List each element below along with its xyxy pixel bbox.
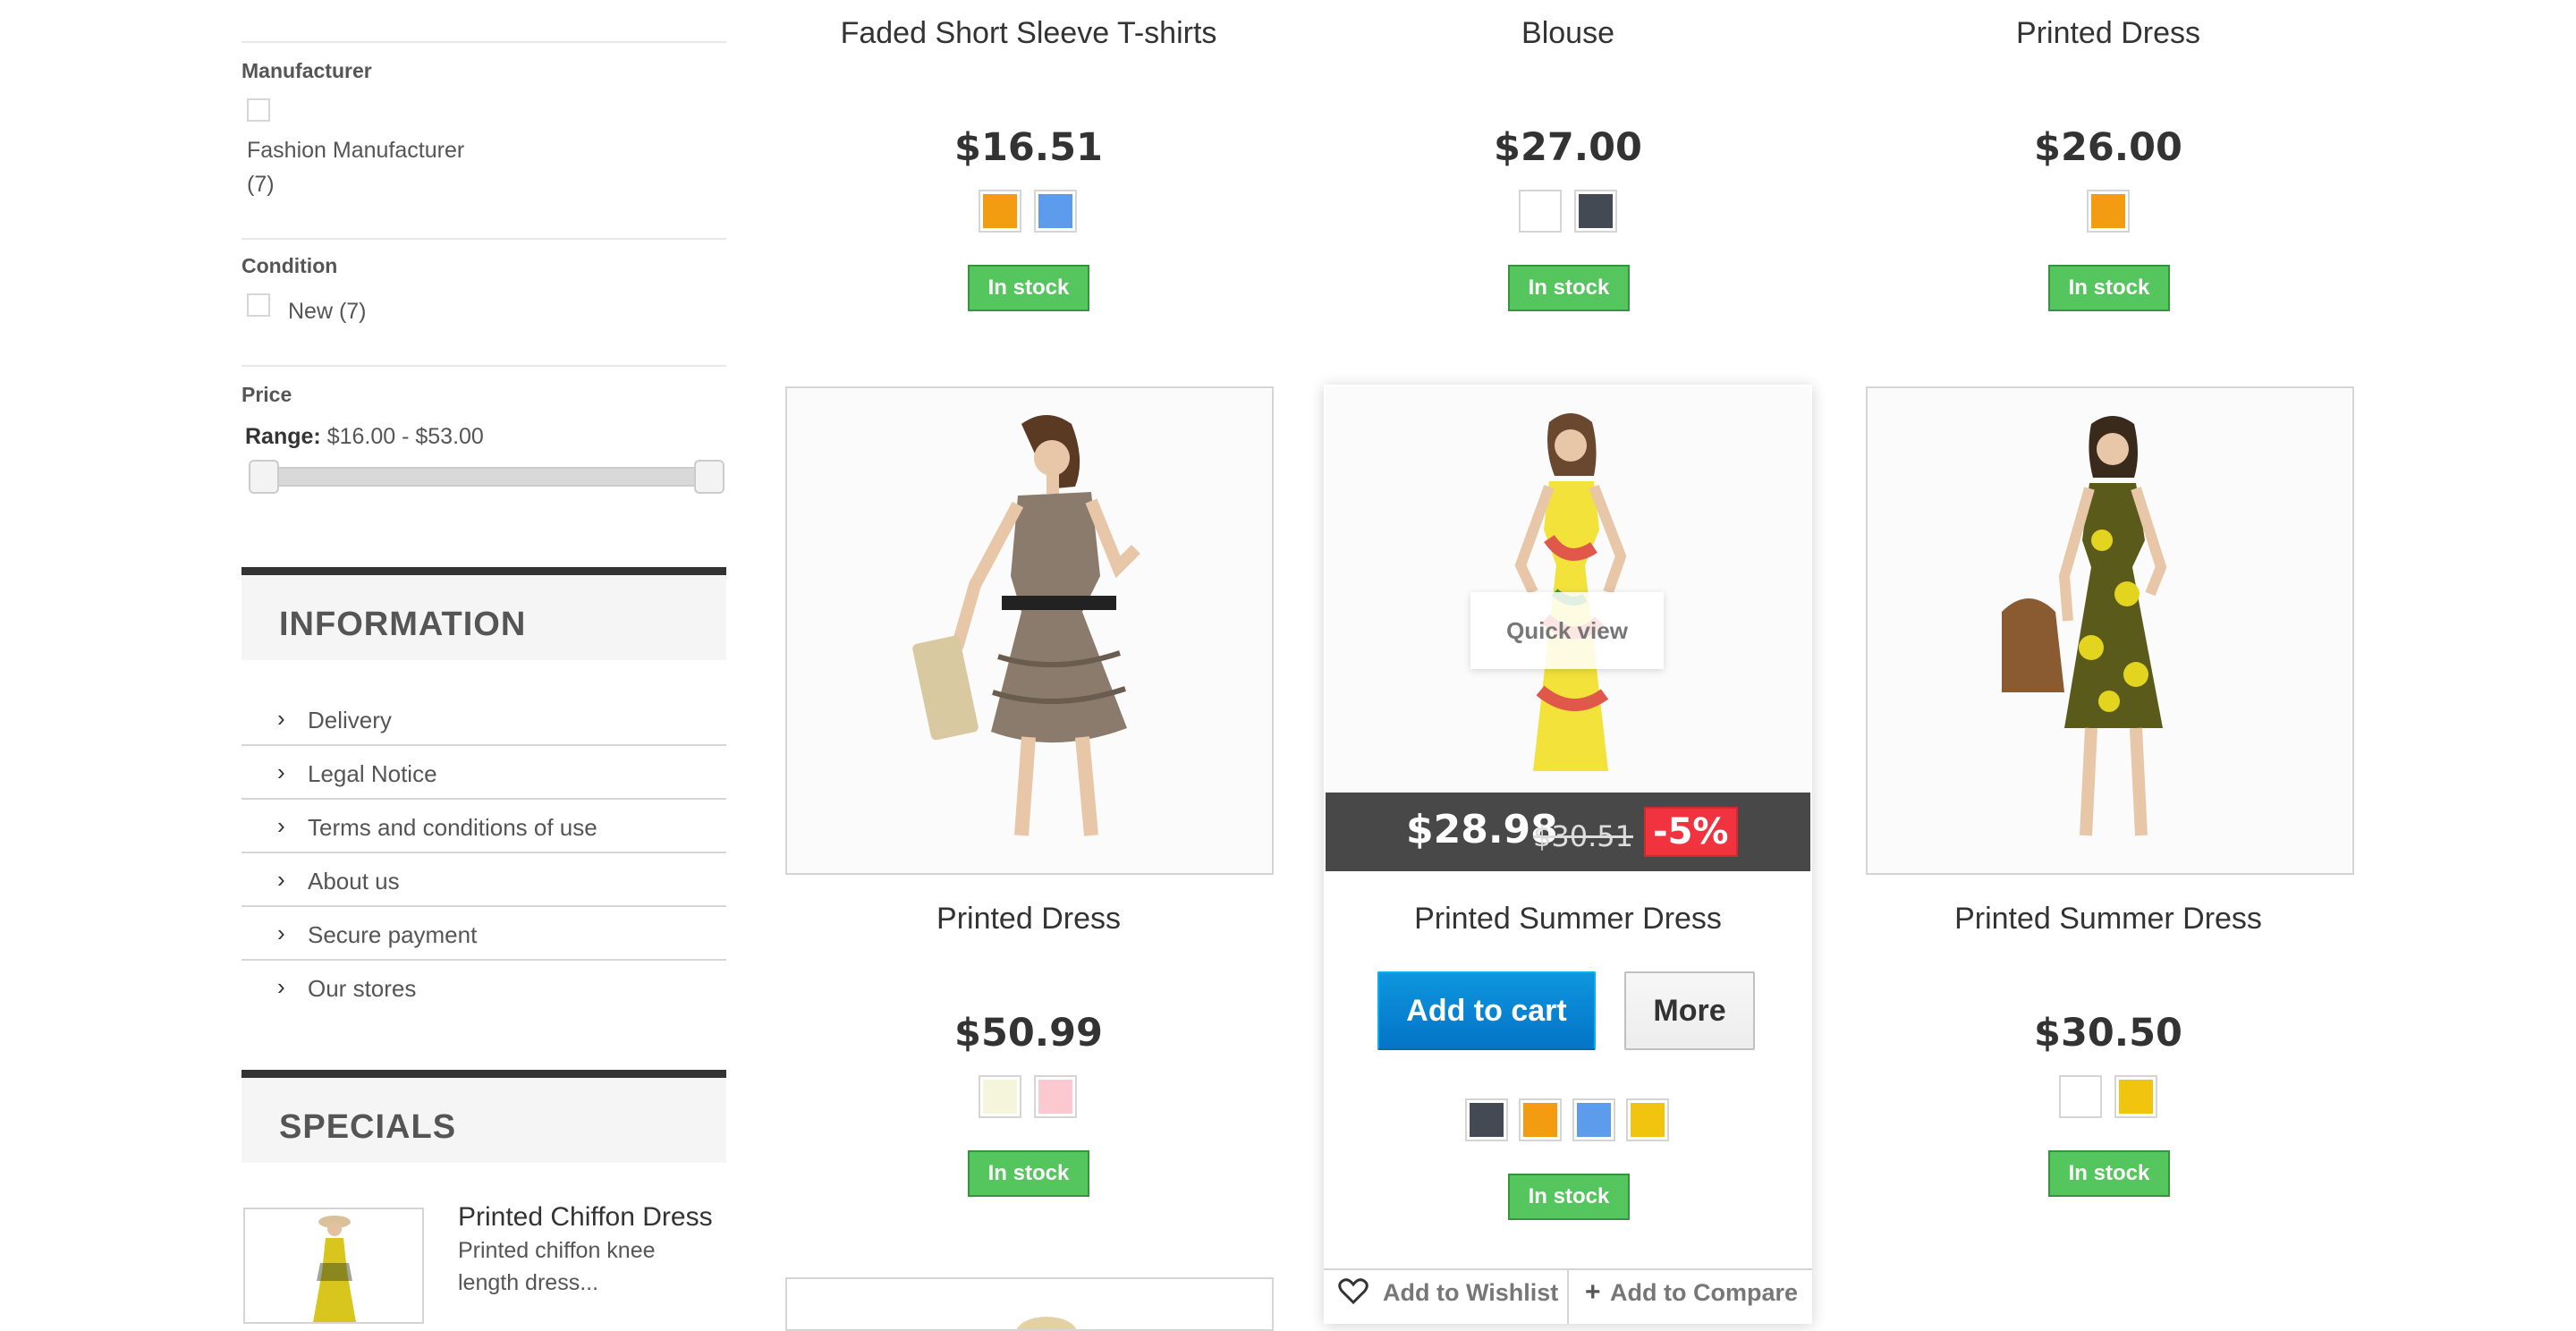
product-name[interactable]: Printed Dress	[778, 902, 1279, 937]
specials-product-image[interactable]	[243, 1208, 424, 1324]
chevron-right-icon: ›	[277, 759, 285, 785]
filter-condition-title: Condition	[242, 254, 338, 277]
info-link-our-stores[interactable]: › Our stores	[242, 962, 726, 1014]
specials-product-desc-line1: Printed chiffon knee	[458, 1238, 656, 1263]
product-image[interactable]	[785, 1277, 1274, 1331]
manufacturer-option-count: (7)	[247, 172, 275, 197]
price-overlay-bar: $28.98 $30.51 -5%	[1326, 793, 1810, 871]
product-image[interactable]	[785, 386, 1274, 875]
color-swatch-yellow[interactable]	[1626, 1098, 1669, 1141]
info-link-terms[interactable]: › Terms and conditions of use	[242, 801, 726, 853]
info-link-label[interactable]: Our stores	[308, 975, 416, 1003]
specials-product-desc-line2: length dress...	[458, 1270, 599, 1295]
filter-manufacturer-title: Manufacturer	[242, 59, 372, 82]
specials-title: SPECIALS	[279, 1108, 457, 1146]
product-price: $26.00	[2034, 125, 2182, 170]
price-slider-range	[263, 469, 705, 485]
manufacturer-checkbox[interactable]	[247, 98, 270, 122]
color-swatch-orange[interactable]	[1519, 1098, 1562, 1141]
color-swatch-white[interactable]	[2059, 1075, 2102, 1118]
dress-photo	[1016, 1317, 1077, 1329]
chevron-right-icon: ›	[277, 812, 285, 839]
in-stock-badge: In stock	[968, 265, 1089, 311]
product-name[interactable]: Blouse	[1318, 16, 1818, 51]
heart-icon[interactable]	[1338, 1277, 1368, 1306]
add-to-cart-button[interactable]: Add to cart	[1377, 971, 1596, 1050]
specials-product-name[interactable]: Printed Chiffon Dress	[458, 1202, 713, 1233]
color-swatch-dark-grey[interactable]	[1574, 190, 1617, 233]
color-swatch-blue[interactable]	[1572, 1098, 1615, 1141]
price-range-label: Range:	[245, 424, 321, 449]
dress-photo	[1326, 386, 1810, 793]
color-swatch-orange[interactable]	[979, 190, 1021, 233]
product-name[interactable]: Printed Summer Dress	[1858, 902, 2359, 937]
quick-view-button[interactable]: Quick view	[1470, 592, 1664, 669]
product-price: $16.51	[954, 125, 1103, 170]
info-link-secure-payment[interactable]: › Secure payment	[242, 909, 726, 961]
color-swatch-white[interactable]	[1519, 190, 1562, 233]
condition-option-label[interactable]: New (7)	[288, 299, 367, 325]
color-swatch-pink[interactable]	[1034, 1075, 1077, 1118]
in-stock-badge: In stock	[968, 1150, 1089, 1197]
info-link-label[interactable]: Terms and conditions of use	[308, 814, 597, 842]
information-block-header: INFORMATION	[242, 567, 726, 660]
price-slider-min-handle[interactable]	[249, 460, 279, 494]
specials-block-header: SPECIALS	[242, 1070, 726, 1163]
manufacturer-option-label[interactable]: Fashion Manufacturer	[247, 138, 464, 164]
add-to-compare-link[interactable]: Add to Compare	[1610, 1279, 1798, 1307]
color-swatch-blue[interactable]	[1034, 190, 1077, 233]
product-price: $50.99	[954, 1011, 1103, 1055]
dress-photo	[1868, 388, 2352, 873]
info-link-about-us[interactable]: › About us	[242, 855, 726, 907]
divider	[1567, 1270, 1569, 1324]
product-image[interactable]	[1326, 386, 1810, 793]
product-name[interactable]: Faded Short Sleeve T-shirts	[778, 16, 1279, 51]
plus-icon: +	[1585, 1277, 1601, 1307]
discount-badge: -5%	[1644, 807, 1738, 857]
chevron-right-icon: ›	[277, 973, 285, 1000]
color-swatch-orange[interactable]	[2087, 190, 2130, 233]
price-range-value: $16.00 - $53.00	[326, 424, 484, 449]
add-to-wishlist-link[interactable]: Add to Wishlist	[1383, 1279, 1558, 1307]
info-link-label[interactable]: About us	[308, 868, 400, 895]
divider	[242, 365, 726, 367]
chevron-right-icon: ›	[277, 705, 285, 732]
price-range: Range: $16.00 - $53.00	[245, 424, 484, 450]
product-name[interactable]: Printed Summer Dress	[1318, 902, 1818, 937]
color-swatch-dark-grey[interactable]	[1465, 1098, 1508, 1141]
information-title: INFORMATION	[279, 606, 527, 643]
condition-checkbox[interactable]	[247, 293, 270, 317]
product-name[interactable]: Printed Dress	[1858, 16, 2359, 51]
info-link-legal-notice[interactable]: › Legal Notice	[242, 748, 726, 800]
in-stock-badge: In stock	[2048, 1150, 2170, 1197]
dress-thumbnail	[313, 1216, 356, 1322]
product-price: $30.50	[2034, 1011, 2182, 1055]
info-link-label[interactable]: Legal Notice	[308, 760, 437, 788]
more-button[interactable]: More	[1624, 971, 1755, 1050]
chevron-right-icon: ›	[277, 920, 285, 946]
price-slider-max-handle[interactable]	[694, 460, 724, 494]
chevron-right-icon: ›	[277, 866, 285, 893]
divider	[242, 238, 726, 240]
product-image[interactable]	[1866, 386, 2354, 875]
info-link-label[interactable]: Secure payment	[308, 921, 477, 949]
info-link-delivery[interactable]: › Delivery	[242, 694, 726, 746]
filter-price-title: Price	[242, 383, 292, 406]
product-price: $27.00	[1494, 125, 1642, 170]
color-swatch-beige[interactable]	[979, 1075, 1021, 1118]
in-stock-badge: In stock	[1508, 265, 1630, 311]
in-stock-badge: In stock	[1508, 1174, 1630, 1220]
divider	[242, 41, 726, 43]
old-price: $30.51	[1533, 819, 1633, 853]
in-stock-badge: In stock	[2048, 265, 2170, 311]
info-link-label[interactable]: Delivery	[308, 707, 392, 734]
color-swatch-yellow[interactable]	[2114, 1075, 2157, 1118]
dress-photo	[787, 388, 1272, 873]
